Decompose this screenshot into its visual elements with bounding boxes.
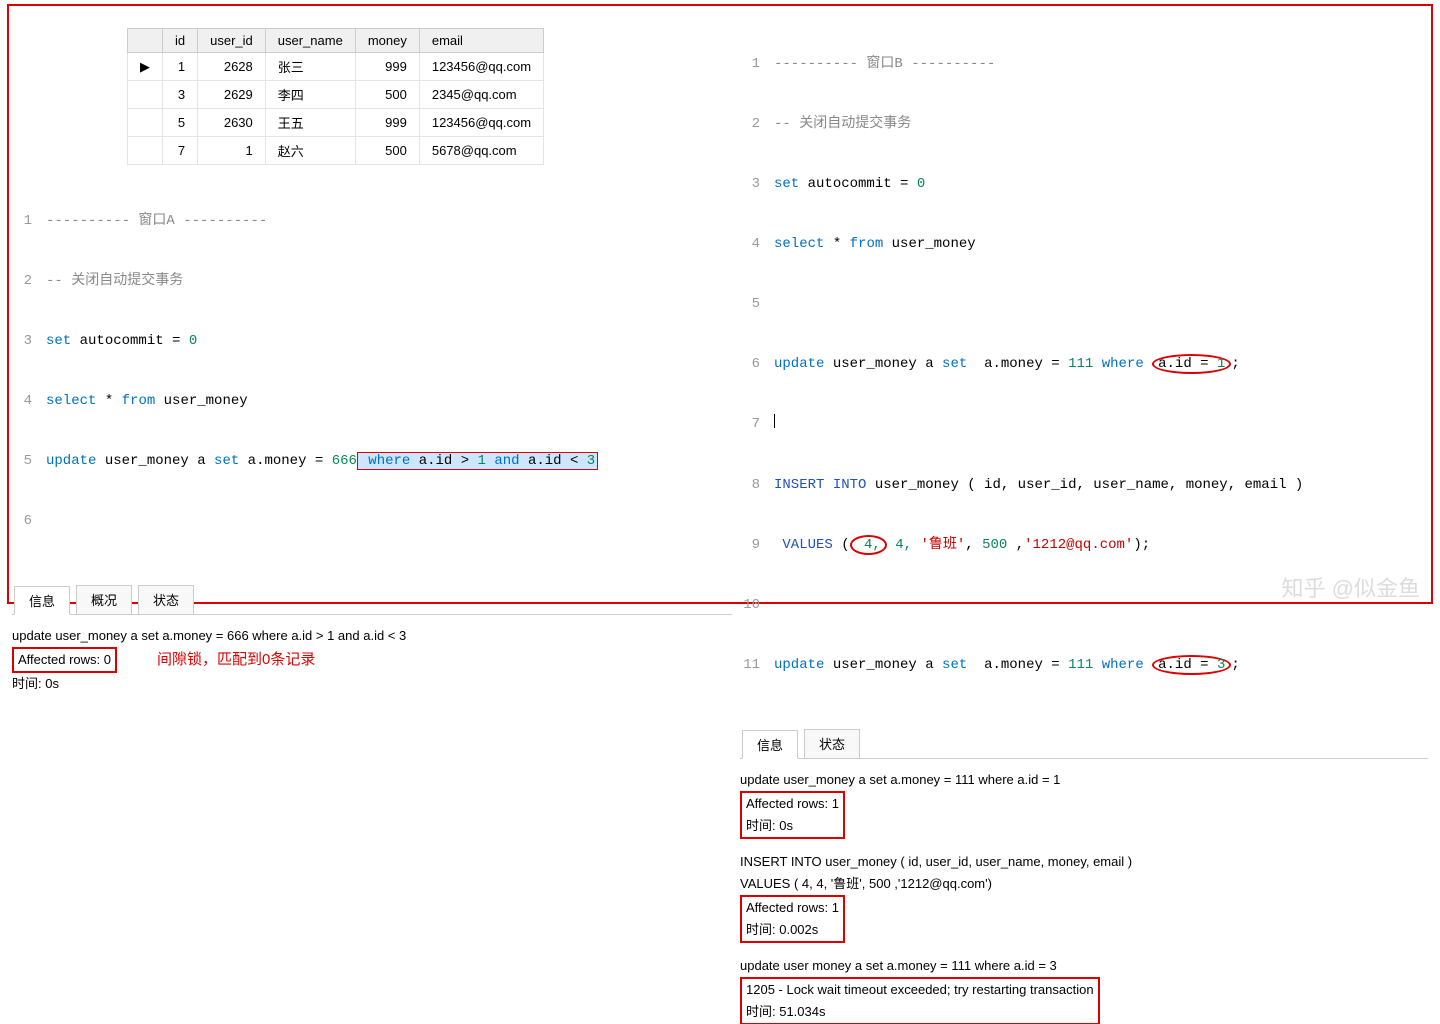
cell[interactable]: 李四 xyxy=(265,81,355,109)
sql-editor-b[interactable]: 1---------- 窗口B ---------- 2-- 关闭自动提交事务 … xyxy=(740,14,1428,715)
cell[interactable]: 500 xyxy=(355,137,419,165)
line-number: 9 xyxy=(740,535,774,555)
circled-value: 4, xyxy=(850,535,887,555)
sql-editor-a[interactable]: 1---------- 窗口A ---------- 2-- 关闭自动提交事务 … xyxy=(12,171,732,571)
result-box: Affected rows: 1 时间: 0.002s xyxy=(740,895,845,943)
line-number: 11 xyxy=(740,655,774,675)
line-number: 1 xyxy=(740,54,774,74)
msg-line: INSERT INTO user_money ( id, user_id, us… xyxy=(740,851,1428,873)
line-number: 2 xyxy=(12,271,46,291)
line-number: 6 xyxy=(740,354,774,374)
line-number: 5 xyxy=(12,451,46,471)
tab-info[interactable]: 信息 xyxy=(14,586,70,615)
line-number: 6 xyxy=(12,511,46,531)
table-row[interactable]: 7 1 赵六 500 5678@qq.com xyxy=(128,137,544,165)
table-row[interactable]: ▶ 1 2628 张三 999 123456@qq.com xyxy=(128,53,544,81)
cell[interactable]: 5 xyxy=(163,109,198,137)
msg-line: update user_money a set a.money = 666 wh… xyxy=(12,625,732,647)
cell[interactable]: 1 xyxy=(198,137,266,165)
result-grid[interactable]: id user_id user_name money email ▶ 1 262… xyxy=(127,28,544,165)
row-selector-header xyxy=(128,29,163,53)
code-text: ---------- xyxy=(46,213,130,229)
line-number: 1 xyxy=(12,211,46,231)
col-user-name[interactable]: user_name xyxy=(265,29,355,53)
highlighted-where-clause: where a.id > 1 and a.id < 3 xyxy=(357,452,598,470)
cell[interactable]: 5678@qq.com xyxy=(419,137,543,165)
msg-line: update user_money a set a.money = 111 wh… xyxy=(740,769,1428,791)
cell[interactable]: 2629 xyxy=(198,81,266,109)
line-number: 3 xyxy=(12,331,46,351)
cell[interactable]: 3 xyxy=(163,81,198,109)
line-number: 10 xyxy=(740,595,774,615)
line-number: 4 xyxy=(12,391,46,411)
circled-condition: a.id = 1 xyxy=(1152,354,1231,374)
code-text: -- 关闭自动提交事务 xyxy=(46,271,732,291)
msg-line: 时间: 0s xyxy=(12,673,732,695)
col-user-id[interactable]: user_id xyxy=(198,29,266,53)
line-number: 8 xyxy=(740,475,774,495)
cell[interactable]: 2630 xyxy=(198,109,266,137)
msg-line: VALUES ( 4, 4, '鲁班', 500 ,'1212@qq.com') xyxy=(740,873,1428,895)
cell[interactable]: 123456@qq.com xyxy=(419,53,543,81)
cell[interactable]: 2628 xyxy=(198,53,266,81)
window-a-pane: id user_id user_name money email ▶ 1 262… xyxy=(12,8,732,695)
msg-line: update user money a set a.money = 111 wh… xyxy=(740,955,1428,977)
window-b-pane: 1---------- 窗口B ---------- 2-- 关闭自动提交事务 … xyxy=(740,8,1428,1024)
cell[interactable]: 1 xyxy=(163,53,198,81)
cell[interactable]: 赵六 xyxy=(265,137,355,165)
table-header-row: id user_id user_name money email xyxy=(128,29,544,53)
tab-status[interactable]: 状态 xyxy=(138,585,194,614)
cell[interactable]: 王五 xyxy=(265,109,355,137)
table-row[interactable]: 3 2629 李四 500 2345@qq.com xyxy=(128,81,544,109)
tab-info[interactable]: 信息 xyxy=(742,730,798,759)
col-email[interactable]: email xyxy=(419,29,543,53)
output-tabs-b: 信息 状态 xyxy=(740,729,1428,759)
cell[interactable]: 999 xyxy=(355,109,419,137)
tab-status[interactable]: 状态 xyxy=(804,729,860,758)
line-number: 4 xyxy=(740,234,774,254)
result-box: Affected rows: 1 时间: 0s xyxy=(740,791,845,839)
cell[interactable]: 7 xyxy=(163,137,198,165)
annotation-note: 间隙锁，匹配到0条记录 xyxy=(157,651,315,668)
message-panel-b: update user_money a set a.money = 111 wh… xyxy=(740,769,1428,1024)
cell[interactable]: 999 xyxy=(355,53,419,81)
cell[interactable]: 张三 xyxy=(265,53,355,81)
tab-overview[interactable]: 概况 xyxy=(76,585,132,614)
watermark: 知乎 @似金鱼 xyxy=(1282,571,1420,603)
col-money[interactable]: money xyxy=(355,29,419,53)
cell[interactable]: 2345@qq.com xyxy=(419,81,543,109)
circled-condition: a.id = 3 xyxy=(1152,655,1231,675)
cell[interactable]: 500 xyxy=(355,81,419,109)
table-row[interactable]: 5 2630 王五 999 123456@qq.com xyxy=(128,109,544,137)
output-tabs: 信息 概况 状态 xyxy=(12,585,732,615)
text-cursor xyxy=(774,414,775,428)
current-row-marker: ▶ xyxy=(128,53,163,81)
line-number: 3 xyxy=(740,174,774,194)
col-id[interactable]: id xyxy=(163,29,198,53)
cell[interactable]: 123456@qq.com xyxy=(419,109,543,137)
line-number: 7 xyxy=(740,414,774,435)
line-number: 5 xyxy=(740,294,774,314)
message-panel-a: update user_money a set a.money = 666 wh… xyxy=(12,625,732,695)
error-box: 1205 - Lock wait timeout exceeded; try r… xyxy=(740,977,1100,1024)
line-number: 2 xyxy=(740,114,774,134)
affected-rows-box: Affected rows: 0 xyxy=(12,647,117,673)
